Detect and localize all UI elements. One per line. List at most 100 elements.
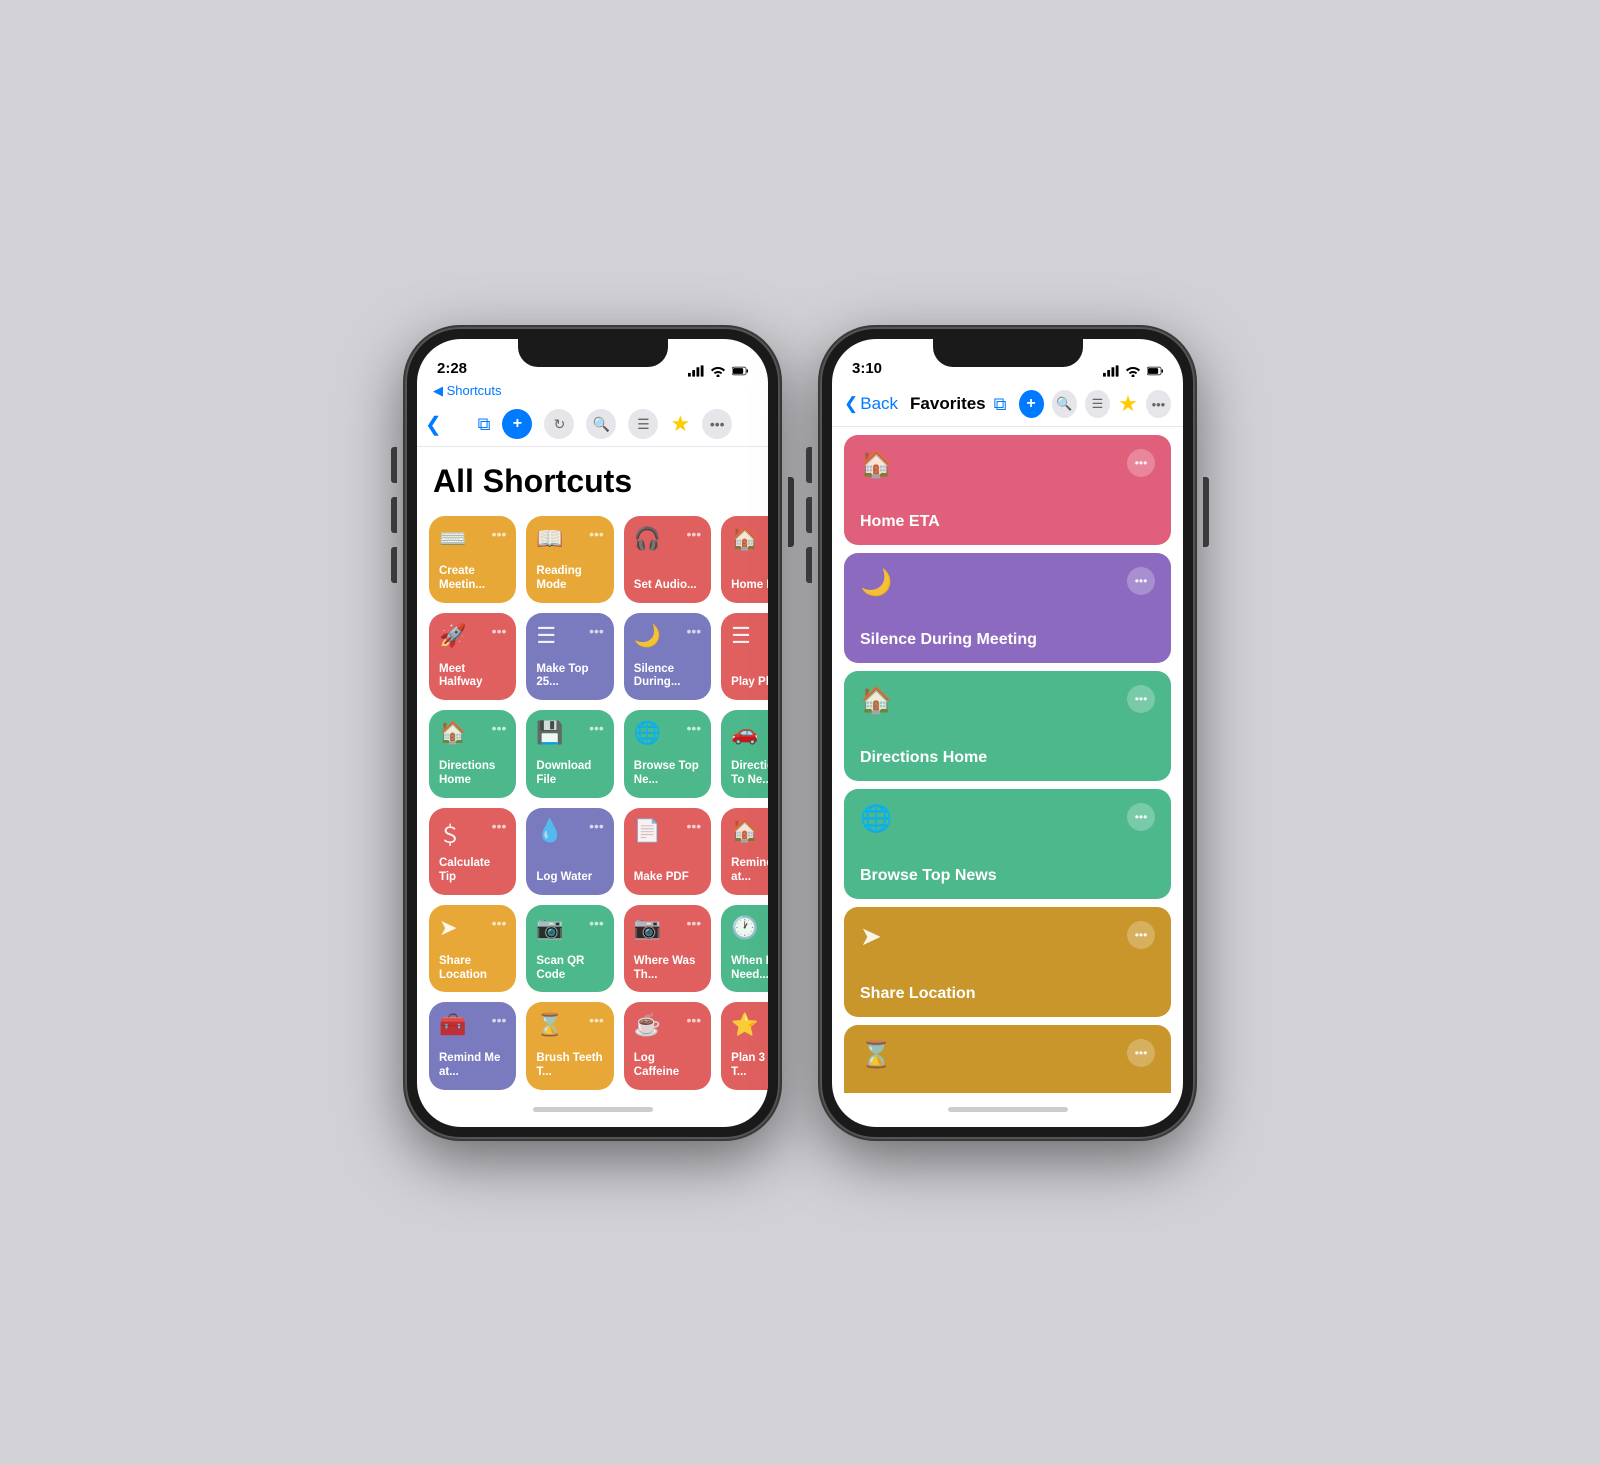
fav-tile-home-eta[interactable]: 🏠 ••• Home ETA <box>844 435 1171 545</box>
list-icon-1[interactable]: ☰ <box>628 409 658 439</box>
shortcut-tile-download-file[interactable]: 💾 ••• Download File <box>526 710 613 797</box>
list-icon-2[interactable]: ☰ <box>1085 390 1110 418</box>
shortcut-tile-meet-halfway[interactable]: 🚀 ••• Meet Halfway <box>429 613 516 700</box>
shortcut-tile-silence-during[interactable]: 🌙 ••• Silence During... <box>624 613 711 700</box>
shortcut-dots-make-top25[interactable]: ••• <box>589 623 604 639</box>
phone-2: 3:10 ❮ Back Favorites ⧉ + 🔍 ☰ ★ • <box>820 327 1195 1139</box>
star-icon-2[interactable]: ★ <box>1118 391 1138 417</box>
fav-tile-directions-home[interactable]: 🏠 ••• Directions Home <box>844 671 1171 781</box>
home-indicator-1 <box>417 1093 768 1127</box>
fav-dots-directions-home[interactable]: ••• <box>1127 685 1155 713</box>
add-icon-2[interactable]: + <box>1019 390 1044 418</box>
layers-icon-1[interactable]: ⧉ <box>478 414 491 435</box>
shortcut-dots-make-pdf[interactable]: ••• <box>686 818 701 834</box>
more-icon-1[interactable]: ••• <box>702 409 732 439</box>
fav-dots-brush-teeth-timer[interactable]: ••• <box>1127 1039 1155 1067</box>
status-time-1: 2:28 <box>437 360 467 377</box>
search-icon-1[interactable]: 🔍 <box>586 409 616 439</box>
fav-icon-home-eta: 🏠 <box>860 449 892 480</box>
shortcut-dots-remind-me-at2[interactable]: ••• <box>492 1012 507 1028</box>
shortcut-dots-silence-during[interactable]: ••• <box>686 623 701 639</box>
shortcut-dots-browse-top-news[interactable]: ••• <box>686 720 701 736</box>
add-icon-1[interactable]: + <box>502 409 532 439</box>
shortcut-icon-silence-during: 🌙 <box>634 623 661 649</box>
shortcut-tile-where-was-th[interactable]: 📷 ••• Where Was Th... <box>624 905 711 992</box>
shortcut-icon-create-meeting: ⌨️ <box>439 526 466 552</box>
nav-back-btn-2[interactable]: ❮ Back <box>844 394 898 414</box>
fav-icon-browse-top-news: 🌐 <box>860 803 892 834</box>
shortcut-tile-brush-teeth[interactable]: ⌛ ••• Brush Teeth T... <box>526 1002 613 1089</box>
shortcut-tile-reading-mode[interactable]: 📖 ••• Reading Mode <box>526 516 613 603</box>
shortcut-dots-log-caffeine[interactable]: ••• <box>686 1012 701 1028</box>
shortcut-label-when-do-i: When Do I Need... <box>731 955 768 983</box>
shortcut-tile-directions-to-new[interactable]: 🚗 ••• Directions To Ne... <box>721 710 768 797</box>
shortcut-label-set-audio: Set Audio... <box>634 579 701 593</box>
shortcut-label-directions-to-new: Directions To Ne... <box>731 760 768 788</box>
shortcut-icon-share-location: ➤ <box>439 915 457 941</box>
favorites-title: Favorites <box>910 394 986 414</box>
shortcut-dots-calculate-tip[interactable]: ••• <box>492 818 507 834</box>
fav-label-browse-top-news: Browse Top News <box>860 867 1155 885</box>
shortcut-tile-log-water[interactable]: 💧 ••• Log Water <box>526 808 613 895</box>
shortcut-label-calculate-tip: Calculate Tip <box>439 857 506 885</box>
shortcut-tile-directions-home[interactable]: 🏠 ••• Directions Home <box>429 710 516 797</box>
fav-tile-browse-top-news[interactable]: 🌐 ••• Browse Top News <box>844 789 1171 899</box>
shortcut-dots-where-was-th[interactable]: ••• <box>686 915 701 931</box>
shortcut-tile-scan-qr[interactable]: 📷 ••• Scan QR Code <box>526 905 613 992</box>
shortcut-tile-play-playlist[interactable]: ☰ ••• Play Playlist <box>721 613 768 700</box>
wifi-icon <box>710 365 726 377</box>
shortcut-tile-remind-me-at[interactable]: 🏠 ••• Remind Me at... <box>721 808 768 895</box>
shortcut-label-browse-top-news: Browse Top Ne... <box>634 760 701 788</box>
shortcut-dots-reading-mode[interactable]: ••• <box>589 526 604 542</box>
back-chevron-2: ❮ <box>844 394 858 414</box>
shortcut-tile-home-eta[interactable]: 🏠 ••• Home ETA <box>721 516 768 603</box>
shortcut-label-make-top25: Make Top 25... <box>536 663 603 691</box>
shortcut-tile-set-audio[interactable]: 🎧 ••• Set Audio... <box>624 516 711 603</box>
fav-tile-share-location[interactable]: ➤ ••• Share Location <box>844 907 1171 1017</box>
fav-dots-share-location[interactable]: ••• <box>1127 921 1155 949</box>
shortcut-tile-when-do-i[interactable]: 🕐 ••• When Do I Need... <box>721 905 768 992</box>
shortcut-dots-log-water[interactable]: ••• <box>589 818 604 834</box>
nav-back-btn-1[interactable]: ❮ <box>425 412 442 437</box>
shortcut-icon-brush-teeth: ⌛ <box>536 1012 563 1038</box>
shortcut-tile-log-caffeine[interactable]: ☕ ••• Log Caffeine <box>624 1002 711 1089</box>
more-icon-2[interactable]: ••• <box>1146 390 1171 418</box>
favorites-screen: 🏠 ••• Home ETA 🌙 ••• Silence During Meet… <box>832 427 1183 1093</box>
shortcut-icon-where-was-th: 📷 <box>634 915 661 941</box>
shortcut-label-remind-me-at2: Remind Me at... <box>439 1052 506 1080</box>
search-icon-2[interactable]: 🔍 <box>1052 390 1077 418</box>
shortcut-tile-plan-3-main[interactable]: ⭐ ••• Plan 3 Main T... <box>721 1002 768 1089</box>
shortcut-tile-browse-top-news[interactable]: 🌐 ••• Browse Top Ne... <box>624 710 711 797</box>
fav-icon-brush-teeth-timer: ⌛ <box>860 1039 892 1070</box>
star-icon-1[interactable]: ★ <box>670 411 690 437</box>
layers-icon-2[interactable]: ⧉ <box>994 394 1007 415</box>
shortcut-tile-make-top25[interactable]: ☰ ••• Make Top 25... <box>526 613 613 700</box>
fav-tile-silence-during-meeting[interactable]: 🌙 ••• Silence During Meeting <box>844 553 1171 663</box>
shortcut-dots-directions-home[interactable]: ••• <box>492 720 507 736</box>
shortcut-tile-create-meeting[interactable]: ⌨️ ••• Create Meetin... <box>429 516 516 603</box>
shortcuts-back-label[interactable]: ◀ Shortcuts <box>417 383 768 403</box>
shortcut-dots-scan-qr[interactable]: ••• <box>589 915 604 931</box>
shortcut-dots-share-location[interactable]: ••• <box>492 915 507 931</box>
shortcut-dots-create-meeting[interactable]: ••• <box>492 526 507 542</box>
fav-dots-home-eta[interactable]: ••• <box>1127 449 1155 477</box>
nav-bar-1: ❮ ⧉ + ↻ 🔍 ☰ ★ ••• <box>417 403 768 447</box>
shortcut-icon-make-top25: ☰ <box>536 623 556 649</box>
shortcut-label-plan-3-main: Plan 3 Main T... <box>731 1052 768 1080</box>
shortcut-label-share-location: Share Location <box>439 955 506 983</box>
shortcut-dots-download-file[interactable]: ••• <box>589 720 604 736</box>
shortcut-tile-remind-me-at2[interactable]: 🧰 ••• Remind Me at... <box>429 1002 516 1089</box>
shortcut-tile-share-location[interactable]: ➤ ••• Share Location <box>429 905 516 992</box>
shortcut-icon-home-eta: 🏠 <box>731 526 758 552</box>
shortcut-dots-set-audio[interactable]: ••• <box>686 526 701 542</box>
refresh-icon-1[interactable]: ↻ <box>544 409 574 439</box>
fav-label-share-location: Share Location <box>860 985 1155 1003</box>
shortcut-dots-meet-halfway[interactable]: ••• <box>492 623 507 639</box>
shortcut-dots-brush-teeth[interactable]: ••• <box>589 1012 604 1028</box>
shortcut-tile-make-pdf[interactable]: 📄 ••• Make PDF <box>624 808 711 895</box>
fav-tile-brush-teeth-timer[interactable]: ⌛ ••• Brush Teeth Timer <box>844 1025 1171 1093</box>
shortcut-tile-calculate-tip[interactable]: ＄ ••• Calculate Tip <box>429 808 516 895</box>
fav-dots-browse-top-news[interactable]: ••• <box>1127 803 1155 831</box>
fav-dots-silence-during-meeting[interactable]: ••• <box>1127 567 1155 595</box>
shortcut-label-brush-teeth: Brush Teeth T... <box>536 1052 603 1080</box>
